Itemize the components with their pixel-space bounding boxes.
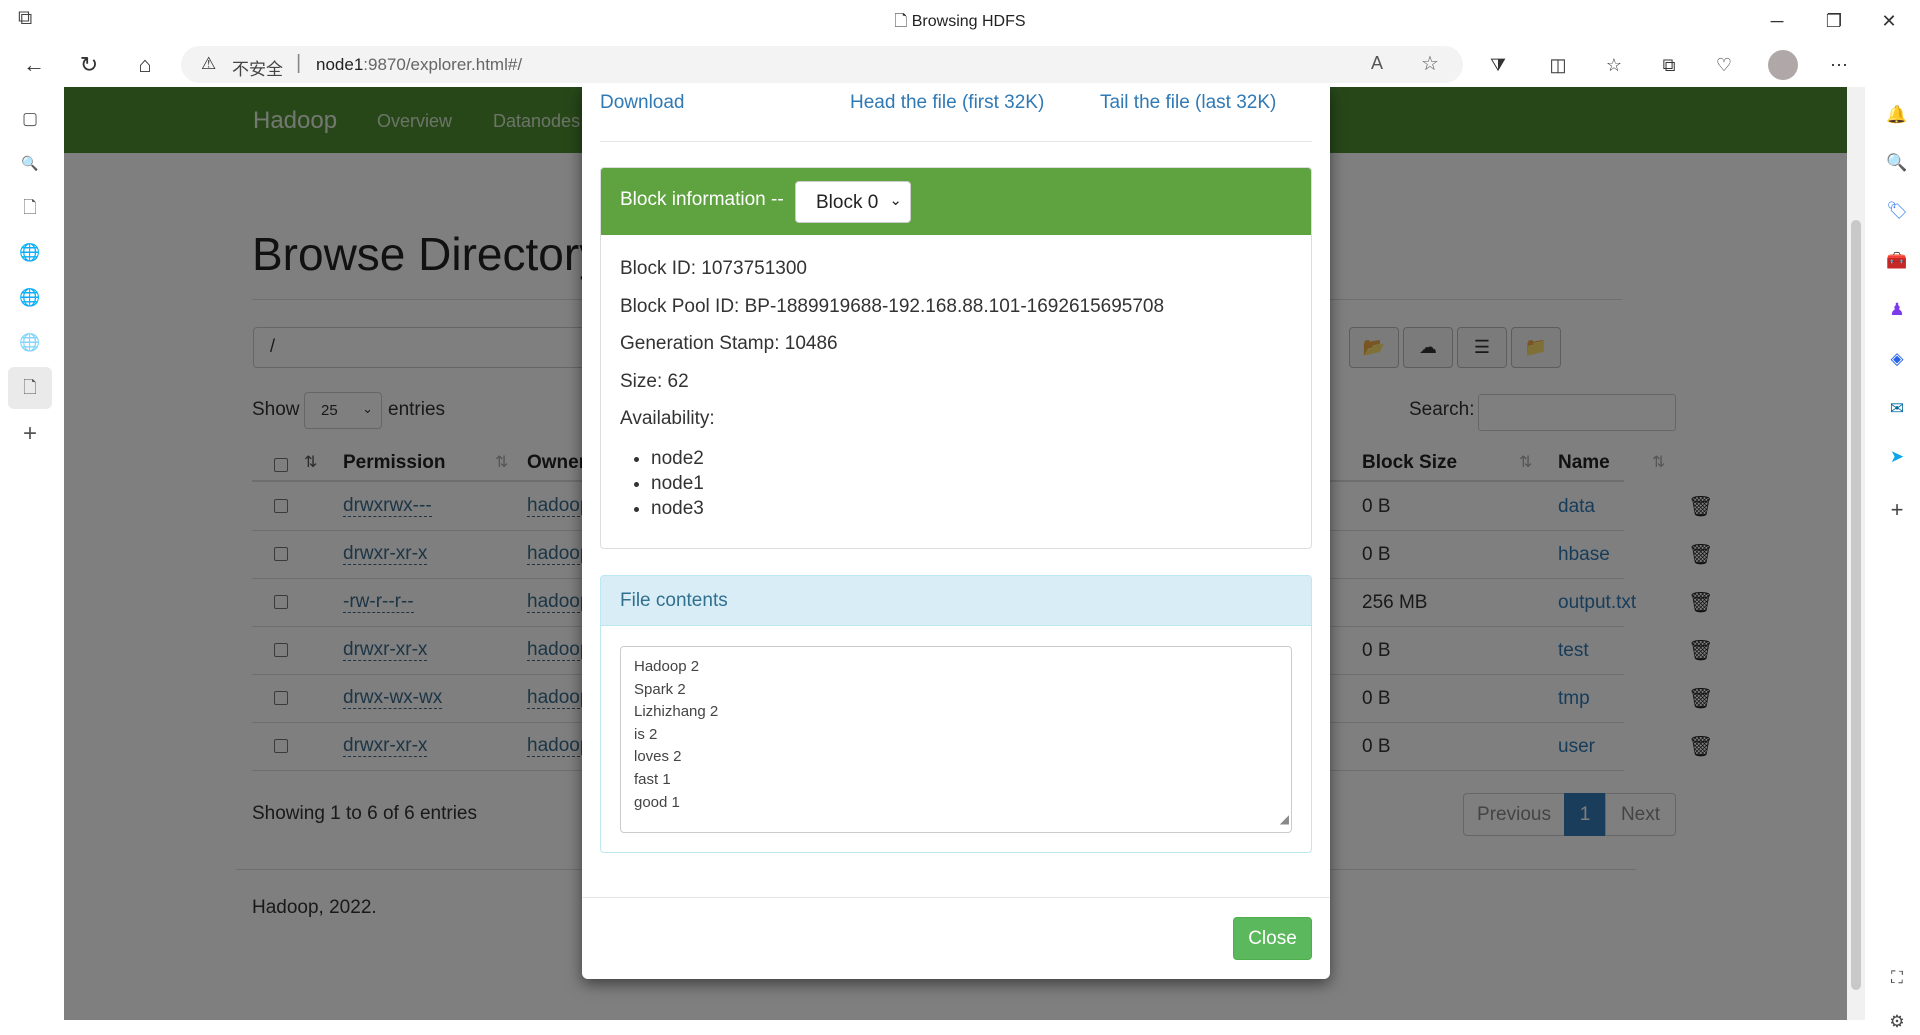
office-icon[interactable]: ◈ xyxy=(1884,346,1910,372)
divider xyxy=(582,897,1330,898)
window-title: 🗋 Browsing HDFS xyxy=(0,10,1920,37)
availability-node: node1 xyxy=(651,471,704,496)
block-information-panel: Block information -- Block 0 ⌄ Block ID:… xyxy=(600,167,1312,549)
minimize-button[interactable]: ─ xyxy=(1754,6,1800,36)
extensions-icon[interactable]: ⧩ xyxy=(1481,50,1515,80)
settings-icon[interactable]: ⚙ xyxy=(1884,1009,1910,1035)
insecure-label[interactable]: 不安全 xyxy=(232,55,283,80)
resize-grip-icon[interactable]: ◢ xyxy=(1280,808,1289,831)
page-viewport: Hadoop Overview Datanodes Browse Directo… xyxy=(64,87,1847,1020)
notifications-icon[interactable]: 🔔 xyxy=(1884,102,1910,128)
head-file-link[interactable]: Head the file (first 32K) xyxy=(850,92,1044,114)
tab-page-icon[interactable]: 🗋 xyxy=(16,374,44,402)
address-bar[interactable]: ⚠ 不安全 | node1:9870/explorer.html#/ A ☆ xyxy=(181,46,1463,83)
more-menu-icon[interactable]: ⋯ xyxy=(1822,50,1856,80)
refresh-button[interactable]: ↻ xyxy=(71,48,107,82)
block-select-value: Block 0 xyxy=(816,192,879,213)
tab-actions-icon[interactable]: ▢ xyxy=(16,105,44,133)
generation-stamp: Generation Stamp: 10486 xyxy=(620,333,838,354)
vertical-tabs-bar: ▢ 🔍 🗋 🌐 🌐 🌐 🗋 + xyxy=(0,87,64,1020)
favorites-icon[interactable]: ☆ xyxy=(1597,50,1631,80)
tab-page-icon[interactable]: 🗋 xyxy=(16,194,44,222)
url-host: node1 xyxy=(316,55,364,74)
close-window-button[interactable]: ✕ xyxy=(1866,6,1912,36)
shopping-icon[interactable]: 🏷 xyxy=(1884,198,1910,224)
url-text[interactable]: node1:9870/explorer.html#/ xyxy=(316,55,522,75)
block-information-label: Block information -- xyxy=(620,189,784,210)
tail-file-link[interactable]: Tail the file (last 32K) xyxy=(1100,92,1276,114)
send-icon[interactable]: ➤ xyxy=(1884,444,1910,470)
home-button[interactable]: ⌂ xyxy=(127,48,163,82)
url-path: :9870/explorer.html#/ xyxy=(363,55,523,74)
download-link[interactable]: Download xyxy=(600,92,685,114)
divider xyxy=(600,141,1312,142)
tab-globe-icon[interactable]: 🌐 xyxy=(16,329,44,357)
file-contents-label: File contents xyxy=(620,590,728,611)
add-sidebar-icon[interactable]: + xyxy=(1884,497,1910,523)
new-tab-icon[interactable]: + xyxy=(16,420,44,448)
split-screen-icon[interactable]: ◫ xyxy=(1541,50,1575,80)
favorite-star-icon[interactable]: ☆ xyxy=(1421,51,1439,76)
read-aloud-icon[interactable]: A xyxy=(1371,53,1383,74)
back-button[interactable]: ← xyxy=(16,48,52,82)
tab-globe-icon[interactable]: 🌐 xyxy=(16,284,44,312)
outlook-icon[interactable]: ✉ xyxy=(1884,396,1910,422)
performance-icon[interactable]: ♡ xyxy=(1707,50,1741,80)
chevron-down-icon: ⌄ xyxy=(889,192,902,209)
collections-icon[interactable]: ⧉ xyxy=(1652,50,1686,80)
screenshot-icon[interactable]: ⛶ xyxy=(1884,965,1910,991)
restore-button[interactable]: ❐ xyxy=(1811,6,1857,36)
block-size: Size: 62 xyxy=(620,371,689,392)
window-titlebar: ⧉ 🗋 Browsing HDFS ─ ❐ ✕ xyxy=(0,0,1920,42)
edge-sidebar: 🔔 🔍 🏷 🧰 ♟ ◈ ✉ ➤ + ⛶ ⚙ xyxy=(1873,42,1920,1031)
availability-node: node3 xyxy=(651,496,704,521)
warning-icon[interactable]: ⚠ xyxy=(201,54,216,74)
availability-label: Availability: xyxy=(620,408,715,429)
file-contents-header: File contents xyxy=(601,576,1311,626)
scrollbar-thumb[interactable] xyxy=(1851,220,1861,990)
close-button[interactable]: Close xyxy=(1233,917,1312,960)
tab-globe-icon[interactable]: 🌐 xyxy=(16,239,44,267)
file-info-modal: Download Head the file (first 32K) Tail … xyxy=(582,87,1330,979)
availability-node: node2 xyxy=(651,446,704,471)
games-icon[interactable]: ♟ xyxy=(1884,297,1910,323)
block-select[interactable]: Block 0 ⌄ xyxy=(795,181,911,223)
tab-search-icon[interactable]: 🔍 xyxy=(16,149,44,177)
browser-toolbar: ← ↻ ⌂ ⚠ 不安全 | node1:9870/explorer.html#/… xyxy=(0,42,1920,87)
file-contents-panel: File contents Hadoop 2 Spark 2 Lizhizhan… xyxy=(600,575,1312,853)
block-id: Block ID: 1073751300 xyxy=(620,258,807,279)
tab-title: Browsing HDFS xyxy=(911,13,1026,30)
address-separator: | xyxy=(296,52,302,74)
search-icon[interactable]: 🔍 xyxy=(1884,150,1910,176)
avatar[interactable] xyxy=(1768,50,1798,80)
file-contents-text: Hadoop 2 Spark 2 Lizhizhang 2 is 2 loves… xyxy=(634,658,719,811)
block-information-header: Block information -- Block 0 ⌄ xyxy=(601,168,1311,235)
availability-list: node2 node1 node3 xyxy=(651,446,704,521)
file-contents-textarea[interactable]: Hadoop 2 Spark 2 Lizhizhang 2 is 2 loves… xyxy=(620,646,1292,833)
block-pool-id: Block Pool ID: BP-1889919688-192.168.88.… xyxy=(620,296,1165,317)
tools-icon[interactable]: 🧰 xyxy=(1884,248,1910,274)
page-icon: 🗋 xyxy=(894,13,912,30)
